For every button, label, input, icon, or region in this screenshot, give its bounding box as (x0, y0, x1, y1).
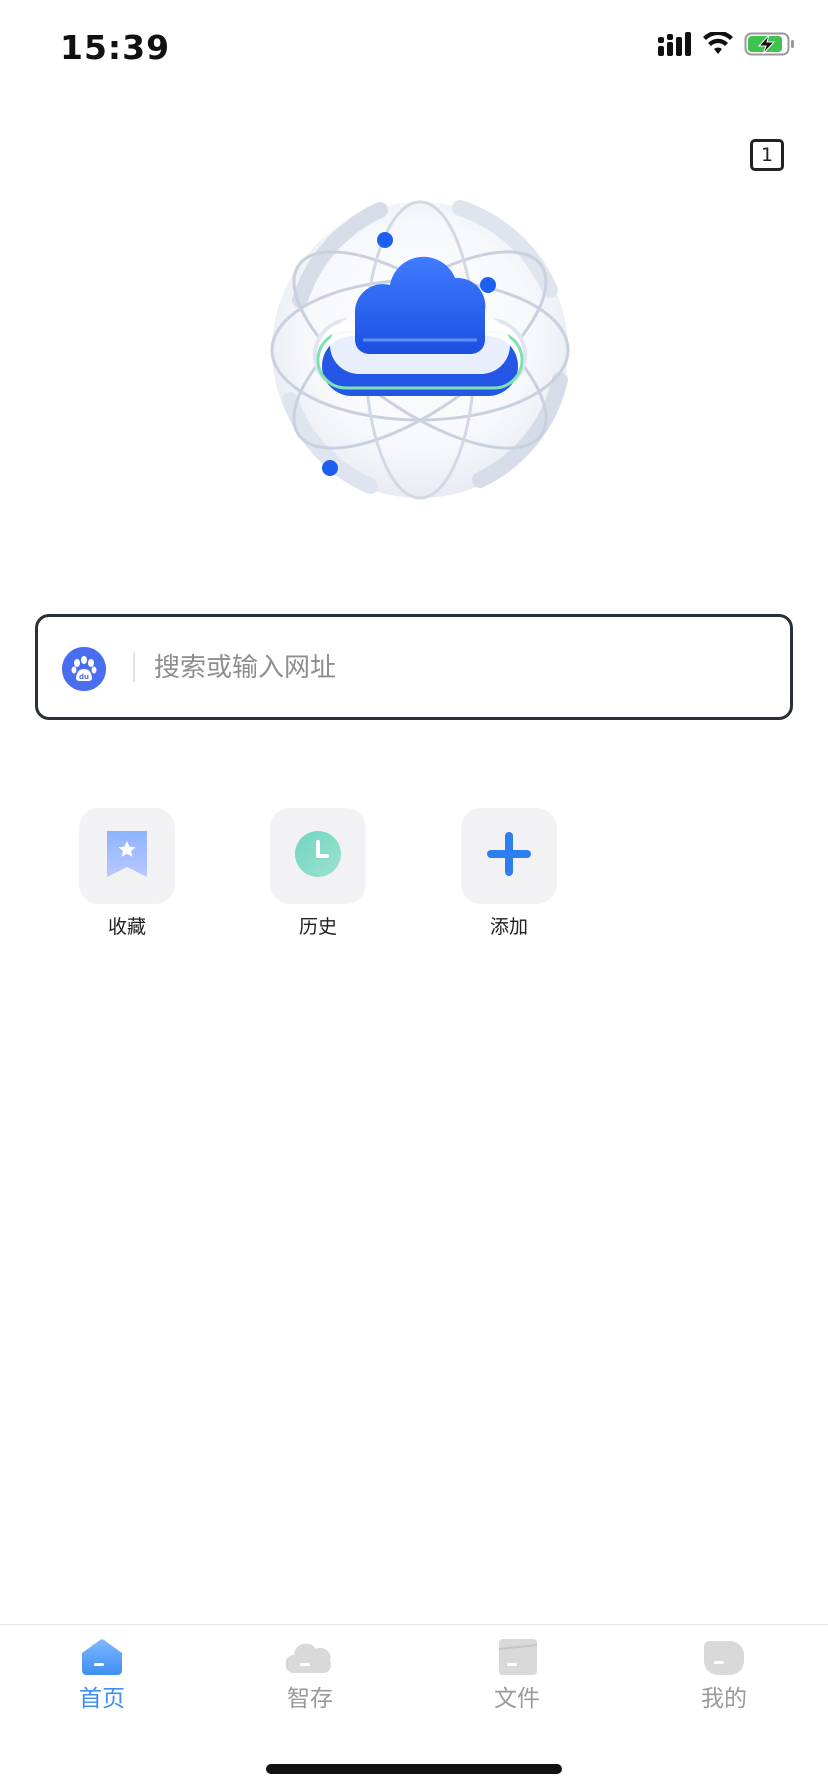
shortcut-tile[interactable] (270, 808, 366, 904)
search-divider (133, 652, 135, 682)
nav-item-home[interactable]: 首页 (42, 1637, 162, 1713)
shortcut-tile[interactable] (461, 808, 557, 904)
nav-label: 智存 (287, 1686, 333, 1712)
profile-icon (700, 1637, 748, 1677)
shortcut-history[interactable]: 历史 (263, 808, 373, 939)
clock-icon (294, 830, 342, 882)
search-input[interactable] (154, 642, 754, 694)
shortcut-label: 添加 (489, 916, 528, 938)
nav-label: 我的 (701, 1686, 747, 1712)
nav-item-profile[interactable]: 我的 (664, 1637, 784, 1713)
baidu-paw-icon[interactable]: du (62, 647, 106, 691)
battery-charging-icon (744, 32, 796, 60)
status-bar: 15:39 (0, 0, 828, 100)
nav-label: 首页 (79, 1686, 125, 1712)
status-icons (658, 30, 796, 60)
status-time: 15:39 (60, 28, 171, 67)
wifi-icon (702, 30, 734, 60)
cloud-globe-logo (260, 190, 580, 510)
file-icon (493, 1637, 541, 1677)
cloud-storage-icon (285, 1637, 334, 1677)
shortcut-bookmarks[interactable]: 收藏 (72, 808, 182, 939)
nav-item-files[interactable]: 文件 (457, 1637, 577, 1713)
svg-text:du: du (79, 673, 89, 681)
tab-counter-button[interactable]: 1 (750, 139, 784, 171)
nav-label: 文件 (494, 1686, 540, 1712)
shortcut-label: 历史 (298, 916, 337, 938)
shortcut-add[interactable]: 添加 (454, 808, 564, 939)
cellular-signal-icon (658, 32, 692, 60)
shortcut-label: 收藏 (107, 916, 146, 938)
shortcut-tile[interactable] (79, 808, 175, 904)
home-icon (78, 1637, 126, 1677)
plus-icon (485, 830, 533, 882)
bookmark-star-icon (105, 829, 149, 883)
nav-item-smart-storage[interactable]: 智存 (250, 1637, 370, 1713)
home-indicator[interactable] (266, 1764, 562, 1774)
search-box[interactable]: du (35, 614, 793, 720)
